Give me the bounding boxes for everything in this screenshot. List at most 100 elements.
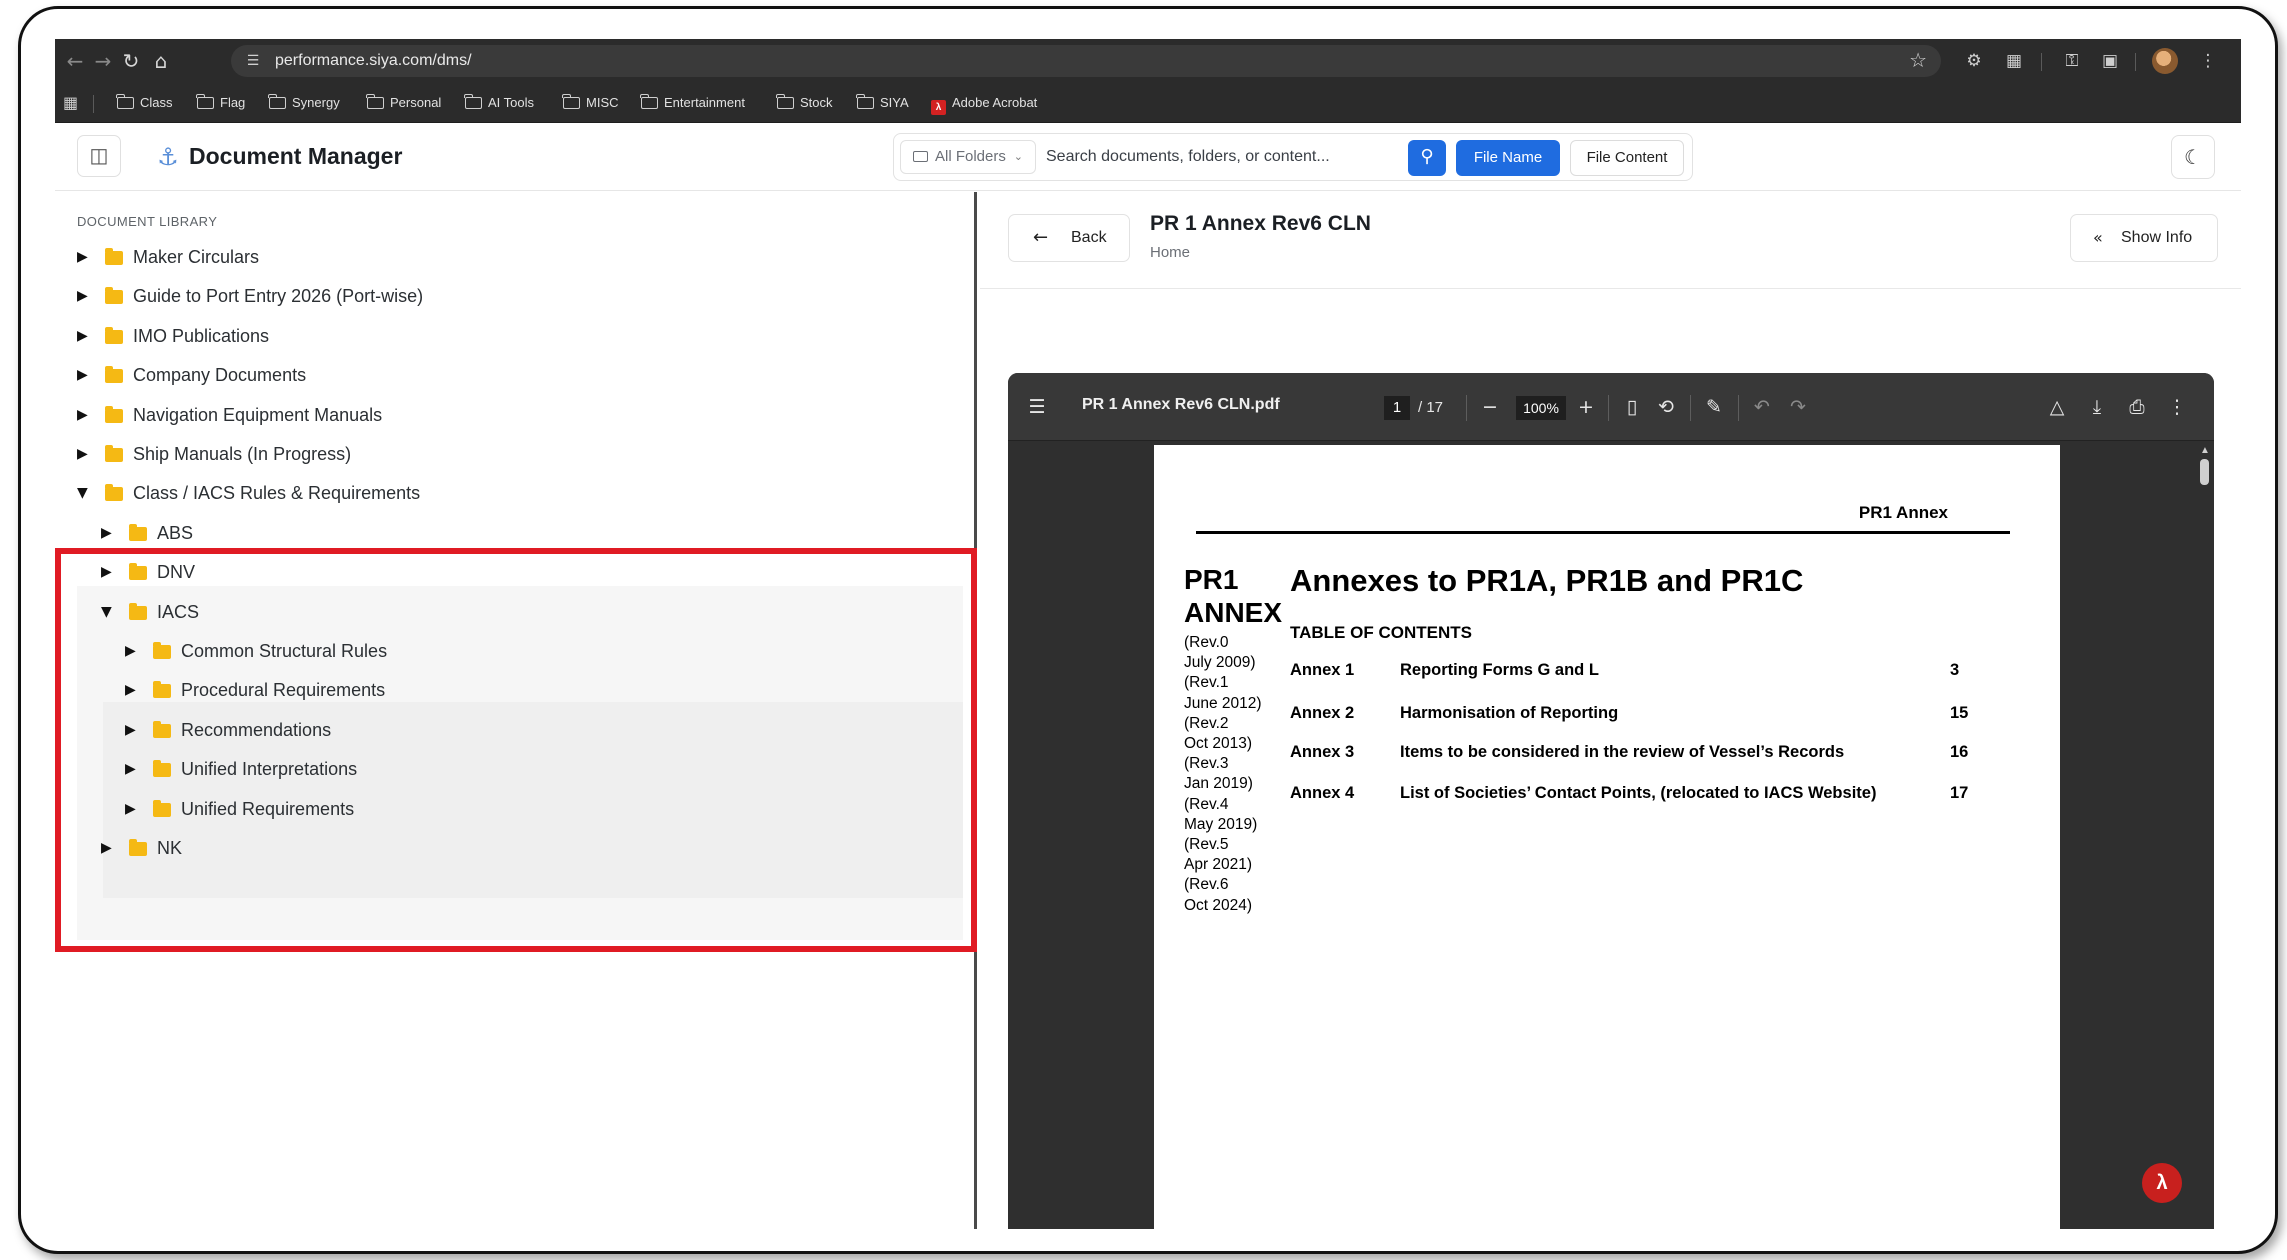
bookmark-entertainment[interactable]: Entertainment <box>640 92 745 114</box>
rotate-icon[interactable]: ⟲ <box>1654 395 1678 419</box>
revision-line: (Rev.5 <box>1184 836 1229 854</box>
folder-tree-item[interactable]: ▶ Company Documents <box>77 356 935 395</box>
folder-tree-item[interactable]: ▶ Ship Manuals (In Progress) <box>77 435 935 474</box>
folder-tree-item[interactable]: ▶ Unified Requirements <box>125 790 935 829</box>
folder-tree-item[interactable]: ▶ Procedural Requirements <box>125 671 935 710</box>
caret-down-icon[interactable]: ▼ <box>101 593 112 632</box>
document-panel: ← Back PR 1 Annex Rev6 CLN Home « Show I… <box>980 192 2241 1229</box>
save-drive-icon[interactable]: △ <box>2044 395 2070 419</box>
tab-search-icon[interactable]: ▣ <box>2097 49 2123 73</box>
back-button[interactable]: ← Back <box>1008 214 1130 262</box>
caret-right-icon[interactable]: ▶ <box>125 632 136 671</box>
folder-icon <box>562 94 580 109</box>
caret-right-icon[interactable]: ▶ <box>125 790 136 829</box>
site-settings-icon[interactable]: ☰ <box>241 49 265 73</box>
bookmark-siya[interactable]: SIYA <box>856 92 909 114</box>
adobe-acrobat-icon[interactable]: λ <box>2142 1163 2182 1203</box>
caret-right-icon[interactable]: ▶ <box>77 277 88 316</box>
zoom-in-icon[interactable]: + <box>1574 395 1598 419</box>
bookmark-synergy[interactable]: Synergy <box>268 92 340 114</box>
folder-icon <box>105 484 123 501</box>
forward-arrow-icon[interactable]: → <box>91 49 115 73</box>
toc-description: Reporting Forms G and L <box>1400 661 1599 679</box>
scrollbar-thumb[interactable] <box>2200 459 2209 485</box>
redo-icon[interactable]: ↷ <box>1786 395 1810 419</box>
caret-right-icon[interactable]: ▶ <box>77 356 88 395</box>
caret-right-icon[interactable]: ▶ <box>77 317 88 356</box>
bookmark-star-icon[interactable]: ☆ <box>1909 48 1927 72</box>
sidebar-toggle-button[interactable]: ◫ <box>77 135 121 177</box>
bookmark-flag[interactable]: Flag <box>196 92 245 114</box>
breadcrumb[interactable]: Home <box>1150 244 1190 261</box>
zoom-level[interactable]: 100% <box>1516 396 1566 420</box>
folder-tree-item[interactable]: ▼ Class / IACS Rules & Requirements <box>77 474 935 513</box>
folder-tree-item[interactable]: ▶ Maker Circulars <box>77 238 935 277</box>
document-library-panel: DOCUMENT LIBRARY ▶ Maker Circulars ▶ Guide … <box>55 192 977 1229</box>
folder-icon <box>153 721 171 738</box>
extension-icon[interactable]: ⚙ <box>1961 49 1987 73</box>
bookmark-label: Class <box>140 95 173 110</box>
folder-tree-item[interactable]: ▶ Navigation Equipment Manuals <box>77 396 935 435</box>
caret-right-icon[interactable]: ▶ <box>101 514 112 553</box>
profile-avatar[interactable] <box>2152 48 2178 74</box>
bookmark-adobe-acrobat[interactable]: λ Adobe Acrobat <box>931 92 1037 115</box>
caret-right-icon[interactable]: ▶ <box>77 238 88 277</box>
caret-right-icon[interactable]: ▶ <box>125 750 136 789</box>
pdf-scrollbar[interactable]: ▲ <box>2196 443 2214 1229</box>
zoom-out-icon[interactable]: − <box>1478 395 1502 419</box>
folder-tree-item[interactable]: ▶ NK <box>101 829 935 868</box>
caret-down-icon[interactable]: ▼ <box>77 474 88 513</box>
bookmark-ai-tools[interactable]: AI Tools <box>464 92 534 114</box>
fit-page-icon[interactable]: ▯ <box>1620 395 1644 419</box>
folder-tree-item[interactable]: ▶ Recommendations <box>125 711 935 750</box>
home-icon[interactable]: ⌂ <box>149 49 173 73</box>
bookmark-class[interactable]: Class <box>116 92 173 114</box>
password-key-icon[interactable]: ⚿ <box>2059 49 2085 73</box>
caret-right-icon[interactable]: ▶ <box>125 711 136 750</box>
back-arrow-icon[interactable]: ← <box>63 49 87 73</box>
scroll-up-icon[interactable]: ▲ <box>2200 445 2210 456</box>
bookmark-misc[interactable]: MISC <box>562 92 619 114</box>
folder-tree-item[interactable]: ▶ Common Structural Rules <box>125 632 935 671</box>
bookmark-personal[interactable]: Personal <box>366 92 441 114</box>
undo-icon[interactable]: ↶ <box>1750 395 1774 419</box>
caret-right-icon[interactable]: ▶ <box>77 396 88 435</box>
caret-right-icon[interactable]: ▶ <box>125 671 136 710</box>
caret-right-icon[interactable]: ▶ <box>101 829 112 868</box>
folder-tree-item[interactable]: ▶ DNV <box>101 553 935 592</box>
toolbar-divider <box>2041 53 2042 71</box>
toolbar-divider <box>1738 395 1739 421</box>
hamburger-menu-icon[interactable]: ☰ <box>1024 395 1050 419</box>
side-title: PR1 ANNEX <box>1184 563 1282 629</box>
folder-tree-item[interactable]: ▶ Unified Interpretations <box>125 750 935 789</box>
show-info-button[interactable]: « Show Info <box>2070 214 2218 262</box>
file-content-toggle-button[interactable]: File Content <box>1570 140 1684 176</box>
print-icon[interactable]: ⎙ <box>2124 395 2150 419</box>
folder-tree-item[interactable]: ▶ IMO Publications <box>77 317 935 356</box>
search-button[interactable]: ⚲ <box>1408 140 1446 176</box>
reload-icon[interactable]: ↻ <box>119 49 143 73</box>
caret-right-icon[interactable]: ▶ <box>77 435 88 474</box>
bookmark-stock[interactable]: Stock <box>776 92 833 114</box>
folder-tree-item[interactable]: ▼ IACS <box>101 593 935 632</box>
pdf-viewer: ☰ PR 1 Annex Rev6 CLN.pdf 1 / 17 − 100% … <box>1008 373 2214 1229</box>
dark-mode-toggle-button[interactable]: ☾ <box>2171 135 2215 179</box>
folder-filter-dropdown[interactable]: All Folders ⌄ <box>900 140 1036 174</box>
folder-tree-item[interactable]: ▶ ABS <box>101 514 935 553</box>
more-options-icon[interactable]: ⋮ <box>2164 395 2190 419</box>
folder-label: IACS <box>157 602 200 622</box>
puzzle-extensions-icon[interactable]: ▦ <box>2001 49 2027 73</box>
annotate-pen-icon[interactable]: ✎ <box>1702 395 1726 419</box>
address-bar[interactable]: ☰ performance.siya.com/dms/ ☆ <box>231 45 1941 77</box>
url-text[interactable]: performance.siya.com/dms/ <box>275 52 472 70</box>
folder-tree-item[interactable]: ▶ Guide to Port Entry 2026 (Port-wise) <box>77 277 935 316</box>
download-icon[interactable]: ⤓ <box>2084 395 2110 419</box>
file-name-toggle-button[interactable]: File Name <box>1456 140 1560 176</box>
side-title-line: PR1 <box>1184 564 1239 595</box>
browser-menu-icon[interactable]: ⋮ <box>2195 49 2221 73</box>
search-input[interactable] <box>1046 142 1376 172</box>
apps-grid-icon[interactable]: ▦ <box>63 94 81 112</box>
caret-right-icon[interactable]: ▶ <box>101 553 112 592</box>
toc-description: Items to be considered in the review of … <box>1400 743 1845 761</box>
page-number-input[interactable]: 1 <box>1384 396 1410 420</box>
